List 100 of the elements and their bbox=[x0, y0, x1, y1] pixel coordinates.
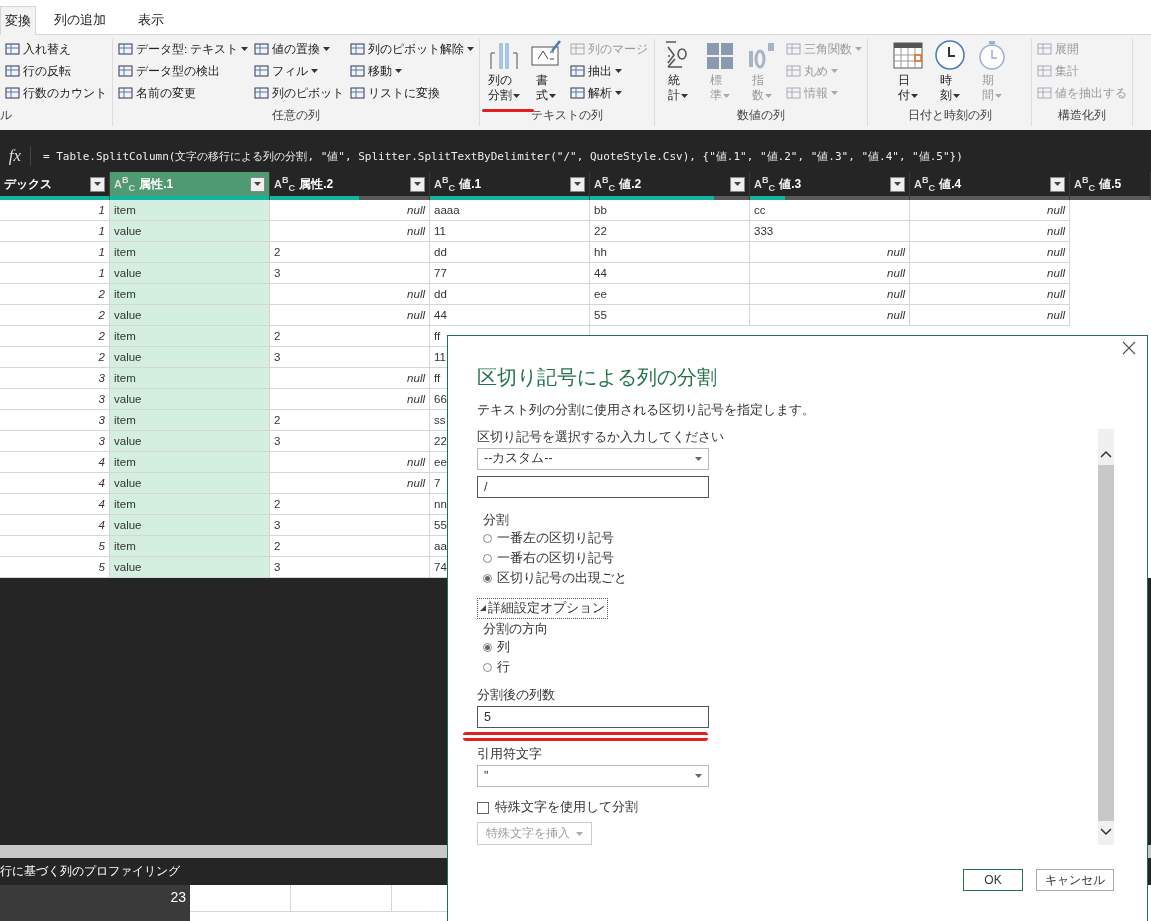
filter-button[interactable] bbox=[90, 176, 105, 192]
ribbon-tab[interactable]: 変換 bbox=[0, 6, 36, 35]
filter-button[interactable] bbox=[570, 176, 585, 192]
column-header[interactable]: A$^{B}$$_{C}$ 値.3 bbox=[750, 172, 910, 200]
delimiter-field[interactable]: / bbox=[477, 475, 709, 498]
table-cell: hh bbox=[590, 242, 750, 263]
table-icon bbox=[254, 64, 270, 78]
table-cell: aaaa bbox=[430, 200, 590, 221]
group-label: テキストの列 bbox=[530, 107, 605, 124]
table-cell: item bbox=[110, 368, 270, 389]
table-cell: dd bbox=[430, 242, 590, 263]
table-icon bbox=[5, 42, 20, 56]
ribbon-button[interactable]: 解析 bbox=[570, 83, 649, 103]
radio-option[interactable]: 行 bbox=[477, 657, 1098, 678]
caret-icon bbox=[831, 69, 839, 73]
table-cell: item bbox=[110, 200, 270, 221]
filter-button[interactable] bbox=[890, 176, 905, 192]
close-icon[interactable] bbox=[1121, 340, 1137, 356]
sheet-cell[interactable] bbox=[190, 885, 291, 912]
table-cell: null bbox=[910, 221, 1070, 242]
ribbon-button[interactable]: 値の置換 bbox=[254, 39, 345, 59]
table-cell: 3 bbox=[270, 263, 430, 284]
ribbon-button[interactable]: 統計 bbox=[660, 39, 697, 107]
table-icon bbox=[5, 86, 20, 100]
table-cell: null bbox=[750, 284, 910, 305]
table-cell: 55 bbox=[590, 305, 750, 326]
ribbon-button[interactable]: データ型の検出 bbox=[118, 61, 249, 81]
ribbon-button[interactable]: 日付 bbox=[889, 39, 926, 107]
checkbox[interactable] bbox=[477, 801, 489, 814]
table-cell: value bbox=[110, 473, 270, 494]
ribbon-tab[interactable]: 列の追加 bbox=[50, 6, 120, 34]
caret-icon bbox=[681, 94, 689, 98]
caret-icon bbox=[615, 91, 623, 95]
column-name: デックス bbox=[4, 175, 53, 193]
table-cell: value bbox=[110, 389, 270, 410]
table-cell: 2 bbox=[270, 494, 430, 515]
ribbon-button[interactable]: 列のピボット bbox=[254, 83, 345, 103]
filter-button[interactable] bbox=[1050, 176, 1065, 192]
delimiter-select[interactable]: --カスタム-- bbox=[477, 448, 709, 470]
table-cell: null bbox=[910, 263, 1070, 284]
caret-icon bbox=[395, 69, 403, 73]
ribbon-button[interactable]: 入れ替え bbox=[5, 39, 107, 59]
table-icon bbox=[350, 86, 366, 100]
ribbon-button[interactable]: 行数のカウント bbox=[5, 83, 107, 103]
ribbon-button[interactable]: フィル bbox=[254, 61, 345, 81]
caret-icon bbox=[513, 94, 521, 98]
column-header[interactable]: A$^{B}$$_{C}$ 属性.2 bbox=[270, 172, 430, 200]
scrollbar[interactable] bbox=[1098, 429, 1114, 845]
caret-icon bbox=[910, 94, 918, 98]
table-icon bbox=[570, 64, 586, 78]
table-cell: 4 bbox=[0, 473, 110, 494]
filter-button[interactable] bbox=[410, 176, 425, 192]
ribbon-button[interactable]: 列の分割 bbox=[486, 39, 523, 107]
table-cell: 3 bbox=[270, 515, 430, 536]
caret-icon bbox=[952, 94, 960, 98]
table-cell: 3 bbox=[270, 431, 430, 452]
table-cell: bb bbox=[590, 200, 750, 221]
table-icon bbox=[570, 86, 586, 100]
advanced-options-toggle[interactable]: 詳細設定オプション bbox=[477, 597, 608, 619]
ribbon-button[interactable]: 書式 bbox=[528, 39, 565, 107]
column-header[interactable]: A$^{B}$$_{C}$ 値.4 bbox=[910, 172, 1070, 200]
table-cell: 4 bbox=[0, 452, 110, 473]
table-cell: 3 bbox=[0, 410, 110, 431]
formula-field[interactable]: = Table.SplitColumn(文字の移行による列の分割, "値", Splitter.SplitTextByDelimiter("/", QuoteStyle.Csv), {"値.1", "値.2", "値.3", "値.4", "値.5"}) bbox=[31, 148, 963, 164]
ribbon-button[interactable]: データ型: テキスト bbox=[118, 39, 249, 59]
table-cell: 3 bbox=[0, 368, 110, 389]
column-header[interactable]: A$^{B}$$_{C}$ 値.1 bbox=[430, 172, 590, 200]
table-cell: null bbox=[270, 473, 430, 494]
column-header[interactable]: デックス bbox=[0, 172, 110, 200]
checkbox-option[interactable]: 特殊文字を使用して分割 bbox=[477, 799, 1098, 817]
table-cell: 11 bbox=[430, 221, 590, 242]
table-cell: 4 bbox=[0, 494, 110, 515]
quote-select[interactable]: " bbox=[477, 765, 709, 788]
dialog-button[interactable]: OK bbox=[963, 869, 1023, 891]
ribbon-button[interactable]: 移動 bbox=[350, 61, 475, 81]
ribbon-button[interactable]: 名前の変更 bbox=[118, 83, 249, 103]
table-cell: item bbox=[110, 326, 270, 347]
column-header[interactable]: A$^{B}$$_{C}$ 値.5 bbox=[1070, 172, 1151, 200]
ribbon-button[interactable]: リストに変換 bbox=[350, 83, 475, 103]
ribbon-button[interactable]: 抽出 bbox=[570, 61, 649, 81]
filter-button[interactable] bbox=[250, 176, 265, 192]
column-header[interactable]: A$^{B}$$_{C}$ 値.2 bbox=[590, 172, 750, 200]
ribbon-tab[interactable]: 表示 bbox=[134, 6, 178, 34]
table-cell: null bbox=[270, 452, 430, 473]
table-cell: item bbox=[110, 494, 270, 515]
table-cell: null bbox=[910, 242, 1070, 263]
clock-icon bbox=[933, 39, 966, 71]
ribbon-button[interactable]: 時刻 bbox=[931, 39, 968, 107]
ribbon-button[interactable]: 行の反転 bbox=[5, 61, 107, 81]
sheet-cell[interactable] bbox=[291, 885, 392, 912]
dialog-button[interactable]: キャンセル bbox=[1036, 869, 1114, 891]
table-icon bbox=[5, 64, 20, 78]
table-cell: item bbox=[110, 284, 270, 305]
table-cell: dd bbox=[430, 284, 590, 305]
filter-button[interactable] bbox=[730, 176, 745, 192]
group-label: 任意の列 bbox=[271, 107, 322, 124]
ribbon-button[interactable]: 列のピボット解除 bbox=[350, 39, 475, 59]
table-cell: value bbox=[110, 221, 270, 242]
table-cell: 2 bbox=[270, 410, 430, 431]
radio-option[interactable]: 列 bbox=[477, 637, 1098, 658]
